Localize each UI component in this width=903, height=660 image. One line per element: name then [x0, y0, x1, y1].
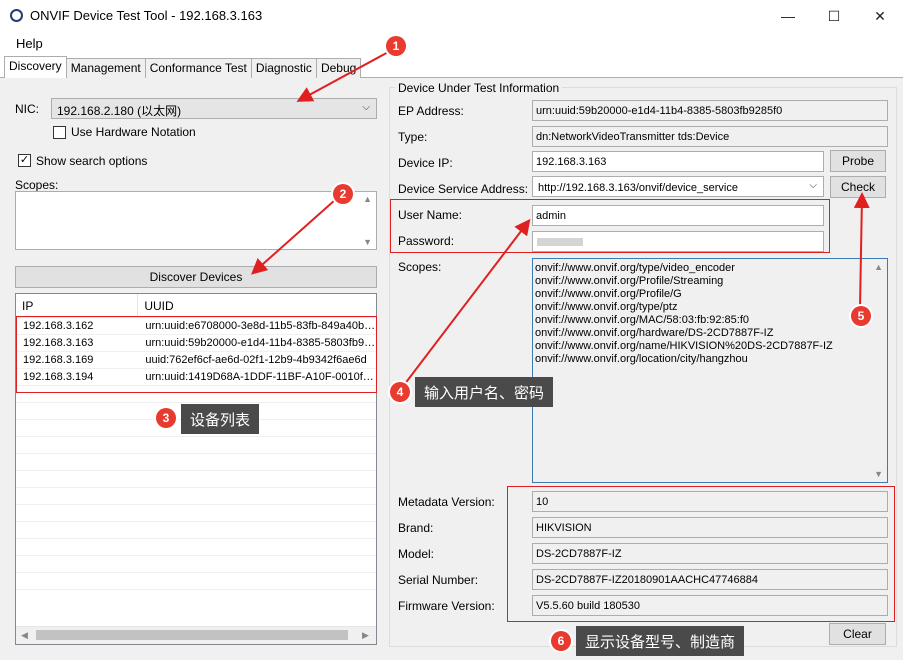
tab-discovery[interactable]: Discovery — [4, 56, 67, 78]
callout-device-list: 设备列表 — [181, 404, 260, 434]
annotation-badge-3: 3 — [156, 408, 176, 428]
arrow-2 — [251, 199, 336, 275]
annotation-badge-1: 1 — [386, 36, 406, 56]
annotation-badge-5: 5 — [851, 306, 871, 326]
annotation-arrows — [251, 49, 870, 386]
arrow-5 — [853, 192, 870, 309]
arrow-1 — [296, 49, 393, 102]
annotation-badge-2: 2 — [333, 184, 353, 204]
arrow-4 — [403, 218, 531, 386]
annotation-badge-6: 6 — [551, 631, 571, 651]
callout-credentials: 输入用户名、密码 — [415, 377, 554, 407]
callout-device-info: 显示设备型号、制造商 — [576, 626, 745, 656]
annotation-badge-4: 4 — [390, 382, 410, 402]
